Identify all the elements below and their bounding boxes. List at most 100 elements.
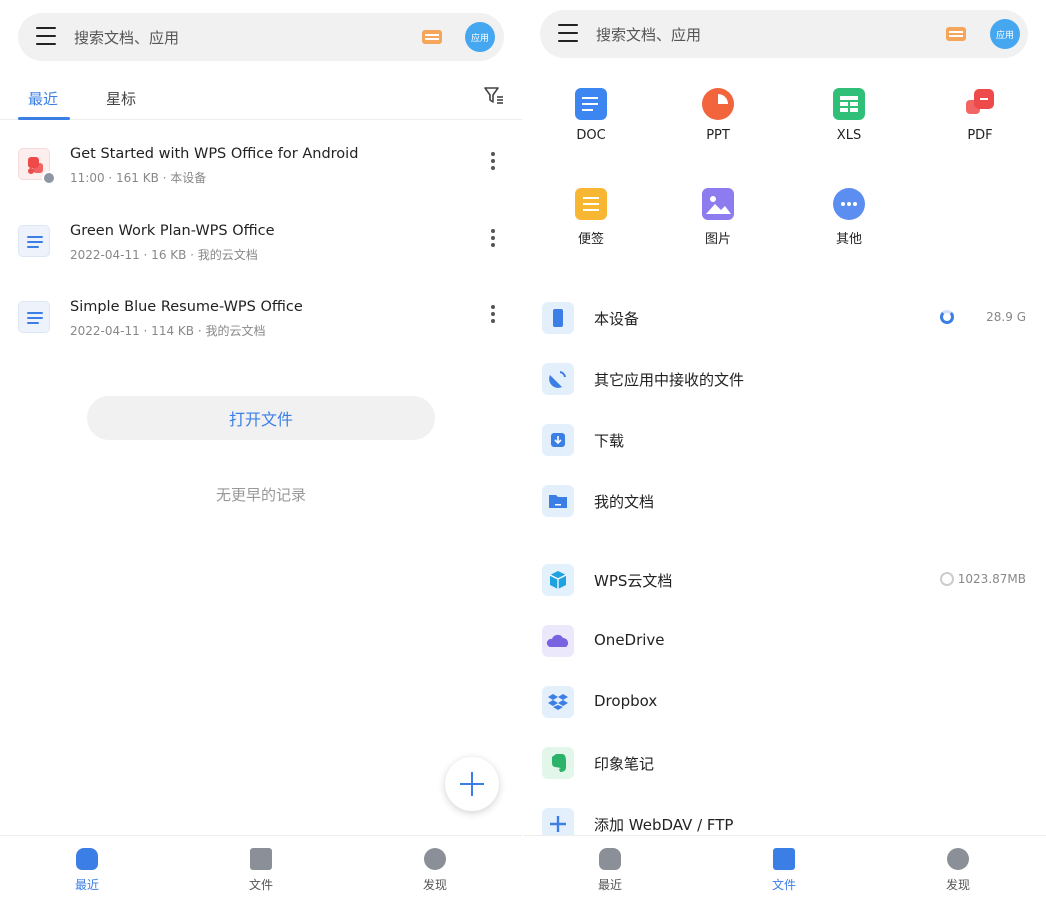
category-images[interactable]: 图片 — [673, 188, 763, 247]
location-label: 本设备 — [594, 310, 640, 328]
file-meta: 2022-04-11 · 16 KB · 我的云文档 — [70, 248, 258, 262]
files-icon — [773, 848, 795, 870]
tab-bar: 最近 星标 — [0, 78, 522, 120]
ppt-icon — [702, 88, 734, 120]
doc-icon — [575, 88, 607, 120]
search-bar[interactable]: 搜索文档、应用 应用 — [18, 13, 504, 61]
category-doc[interactable]: DOC — [546, 88, 636, 143]
tab-indicator — [18, 117, 70, 120]
note-icon — [575, 188, 607, 220]
pdf-icon — [964, 88, 996, 120]
tab-starred[interactable]: 星标 — [106, 88, 136, 109]
category-xls[interactable]: XLS — [804, 88, 894, 143]
evernote-icon — [542, 747, 574, 779]
folder-icon — [542, 485, 574, 517]
cloud-row[interactable]: OneDrive — [524, 616, 1046, 666]
cloud-icon — [542, 625, 574, 657]
image-icon — [702, 188, 734, 220]
xls-icon — [833, 88, 865, 120]
nav-discover[interactable]: 发现 — [395, 848, 475, 893]
doc-file-icon — [18, 225, 50, 257]
nav-label: 最近 — [597, 878, 622, 892]
storage-ring-icon — [940, 310, 954, 324]
recent-icon — [599, 848, 621, 870]
nav-files[interactable]: 文件 — [744, 848, 824, 893]
apps-button[interactable]: 应用 — [465, 22, 495, 52]
category-pdf[interactable]: PDF — [935, 88, 1025, 143]
more-options-icon[interactable] — [488, 229, 498, 251]
nav-label: 文件 — [248, 878, 273, 892]
download-icon — [542, 424, 574, 456]
apps-button[interactable]: 应用 — [990, 19, 1020, 49]
satellite-icon — [542, 363, 574, 395]
cloud-row[interactable]: WPS云文档 1023.87MB — [524, 555, 1046, 605]
nav-recent[interactable]: 最近 — [47, 848, 127, 893]
files-icon — [250, 848, 272, 870]
bottom-nav: 最近 文件 发现 — [0, 835, 522, 905]
dropbox-icon — [542, 686, 574, 718]
nav-discover[interactable]: 发现 — [918, 848, 998, 893]
file-row[interactable]: Green Work Plan-WPS Office 2022-04-11 · … — [0, 217, 522, 287]
menu-icon[interactable] — [36, 27, 56, 45]
cloud-row[interactable]: Dropbox — [524, 677, 1046, 727]
no-more-records-text: 无更早的记录 — [215, 486, 306, 504]
more-options-icon[interactable] — [488, 152, 498, 174]
ticket-icon[interactable] — [422, 30, 442, 44]
cloud-label: 添加 WebDAV / FTP — [594, 816, 734, 834]
location-label: 下载 — [594, 432, 625, 450]
category-ppt[interactable]: PPT — [673, 88, 763, 143]
file-title: Simple Blue Resume-WPS Office — [70, 299, 303, 315]
cloud-label: WPS云文档 — [594, 572, 673, 590]
nav-recent[interactable]: 最近 — [570, 848, 650, 893]
nav-label: 发现 — [422, 878, 447, 892]
category-label: 图片 — [704, 232, 731, 247]
location-label: 我的文档 — [594, 493, 655, 511]
storage-usage: 1023.87MB — [957, 572, 1026, 586]
location-row[interactable]: 下载 — [524, 415, 1046, 465]
file-meta: 11:00 · 161 KB · 本设备 — [70, 171, 207, 185]
tab-recent[interactable]: 最近 — [28, 88, 58, 109]
search-placeholder: 搜索文档、应用 — [596, 25, 702, 44]
category-other[interactable]: 其他 — [804, 188, 894, 247]
location-label: 其它应用中接收的文件 — [594, 371, 745, 389]
location-row[interactable]: 我的文档 — [524, 476, 1046, 526]
file-row[interactable]: Simple Blue Resume-WPS Office 2022-04-11… — [0, 293, 522, 363]
file-row[interactable]: Get Started with WPS Office for Android … — [0, 140, 522, 210]
menu-icon[interactable] — [558, 24, 578, 42]
nav-label: 最近 — [74, 878, 99, 892]
location-row[interactable]: 本设备 28.9 G — [524, 293, 1046, 343]
doc-file-icon — [18, 301, 50, 333]
cube-icon — [542, 564, 574, 596]
recent-screen: 搜索文档、应用 应用 最近 星标 Get Started with WPS Of… — [0, 0, 522, 905]
cloud-label: Dropbox — [594, 692, 658, 710]
add-fab-button[interactable] — [445, 757, 499, 811]
nav-label: 文件 — [771, 878, 796, 892]
search-bar[interactable]: 搜索文档、应用 应用 — [540, 10, 1028, 58]
recent-icon — [76, 848, 98, 870]
compass-icon — [947, 848, 969, 870]
category-label: 其他 — [835, 232, 862, 247]
filter-icon[interactable] — [484, 86, 504, 106]
nav-label: 发现 — [945, 878, 970, 892]
cloud-row[interactable]: 印象笔记 — [524, 738, 1046, 788]
location-row[interactable]: 其它应用中接收的文件 — [524, 354, 1046, 404]
storage-usage: 28.9 G — [986, 310, 1026, 324]
clock-badge-icon — [42, 171, 56, 185]
bottom-nav: 最近 文件 发现 — [524, 835, 1046, 905]
file-title: Green Work Plan-WPS Office — [70, 223, 275, 239]
search-placeholder: 搜索文档、应用 — [74, 28, 180, 47]
category-label: PPT — [706, 128, 730, 143]
category-label: PDF — [967, 128, 993, 143]
files-screen: 搜索文档、应用 应用 DOC PPT XLS PDF 便签 图片 其他 本设备 … — [524, 0, 1046, 905]
open-file-button[interactable]: 打开文件 — [87, 396, 435, 440]
more-options-icon[interactable] — [488, 305, 498, 327]
storage-ring-icon — [940, 572, 954, 586]
file-meta: 2022-04-11 · 114 KB · 我的云文档 — [70, 324, 266, 338]
category-notes[interactable]: 便签 — [546, 188, 636, 247]
category-label: XLS — [836, 128, 862, 143]
phone-icon — [542, 302, 574, 334]
nav-files[interactable]: 文件 — [221, 848, 301, 893]
file-title: Get Started with WPS Office for Android — [70, 146, 359, 162]
more-icon — [833, 188, 865, 220]
ticket-icon[interactable] — [946, 27, 966, 41]
